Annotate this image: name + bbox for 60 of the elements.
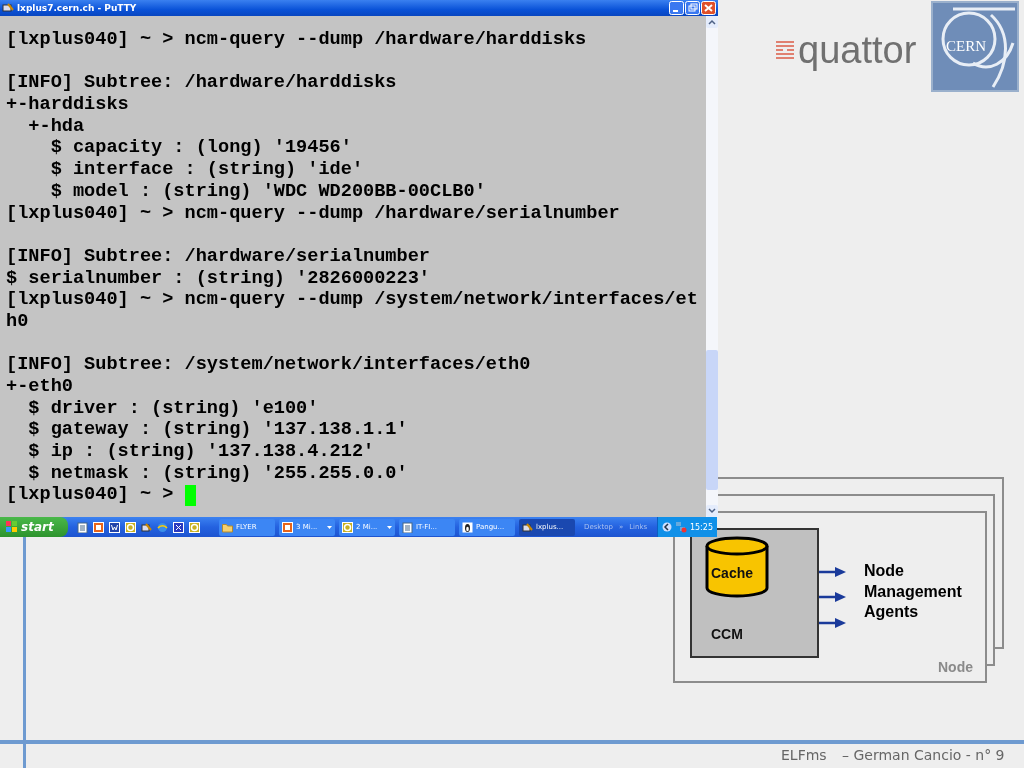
chevron-icon[interactable] <box>661 522 672 532</box>
terminal-icon <box>2 2 14 14</box>
terminal-line: $ capacity : (long) '19456' <box>49 137 352 160</box>
windows-flag-icon <box>6 521 18 533</box>
minimize-icon[interactable] <box>669 1 684 15</box>
terminal-line: $ driver : (string) 'e100' <box>27 397 319 420</box>
document-icon <box>402 521 413 533</box>
arrow <box>819 618 846 628</box>
footer-text: ELFms <box>781 747 827 763</box>
terminal-line: [INFO] Subtree: /hardware/harddisks <box>6 72 397 95</box>
arrow <box>819 592 846 602</box>
arrow <box>819 567 846 577</box>
terminal-line: $ netmask : (string) '255.255.0.0' <box>27 462 408 485</box>
footer-text: – German Cancio - n° 9 <box>842 747 1005 763</box>
window-title: lxplus7.cern.ch - PuTTY <box>17 3 138 13</box>
terminal-line: +-eth0 <box>6 376 73 398</box>
terminal-line: [INFO] Subtree: /system/network/interfaces/eth0 <box>6 354 531 376</box>
node-label: Node <box>938 659 973 675</box>
terminal-line: $ gateway : (string) '137.138.1.1' <box>27 419 408 442</box>
scroll-up-icon[interactable] <box>706 16 718 28</box>
stripes-icon <box>776 40 794 60</box>
caret-icon <box>327 525 332 529</box>
ccm-label: CCM <box>711 626 743 642</box>
terminal-line: +-hda <box>27 115 85 138</box>
document-icon[interactable] <box>77 521 88 533</box>
terminal-line: $ serialnumber : (string) '2826000223' <box>6 267 430 290</box>
terminal-line: [INFO] Subtree: /hardware/serialnumber <box>6 245 430 268</box>
terminal-line: $ model : (string) 'WDC WD200BB-00CLB0' <box>49 180 486 203</box>
ring-icon <box>342 521 353 533</box>
terminal-line: [lxplus040] ~ > ncm-query --dump /hardware/harddisks <box>6 29 587 51</box>
folder-icon <box>222 521 233 533</box>
maximize-icon[interactable] <box>685 1 700 15</box>
slides-icon[interactable] <box>93 521 104 533</box>
terminal-line: [lxplus040] ~ > ncm-query --dump /system/network/interfaces/et <box>6 289 698 311</box>
terminal-icon[interactable] <box>141 521 152 533</box>
cache-cylinder <box>705 536 769 598</box>
terminal-line: +-harddisks <box>6 94 129 116</box>
caret-icon <box>387 525 392 529</box>
scroll-down-icon[interactable] <box>706 505 718 517</box>
terminal-line: [lxplus040] ~ > ncm-query --dump /hardware/serialnumber <box>6 202 620 225</box>
logo-text: quattor <box>798 30 917 70</box>
ring-icon[interactable] <box>125 521 136 533</box>
ring-icon[interactable] <box>189 521 200 533</box>
scroll-thumb[interactable] <box>706 350 718 490</box>
cache-label: Cache <box>711 565 754 581</box>
terminal-line: $ interface : (string) 'ide' <box>49 159 364 181</box>
terminal-line: h0 <box>6 310 29 333</box>
clock: 15:25 <box>689 522 713 532</box>
terminal-line: $ ip : (string) '137.138.4.212' <box>27 441 375 463</box>
logo-text: CERN <box>946 38 986 54</box>
start-button[interactable]: start <box>0 517 68 537</box>
agents-label: Node Management Agents <box>864 561 963 622</box>
globe-icon[interactable] <box>157 521 168 533</box>
close-icon[interactable] <box>701 1 716 15</box>
slides-icon <box>282 521 293 533</box>
terminal-line: [lxplus040] ~ > <box>6 484 175 507</box>
penguin-icon <box>462 521 473 533</box>
cross-icon[interactable] <box>173 521 184 533</box>
terminal-icon <box>522 521 533 533</box>
scrollbar[interactable] <box>706 16 718 517</box>
